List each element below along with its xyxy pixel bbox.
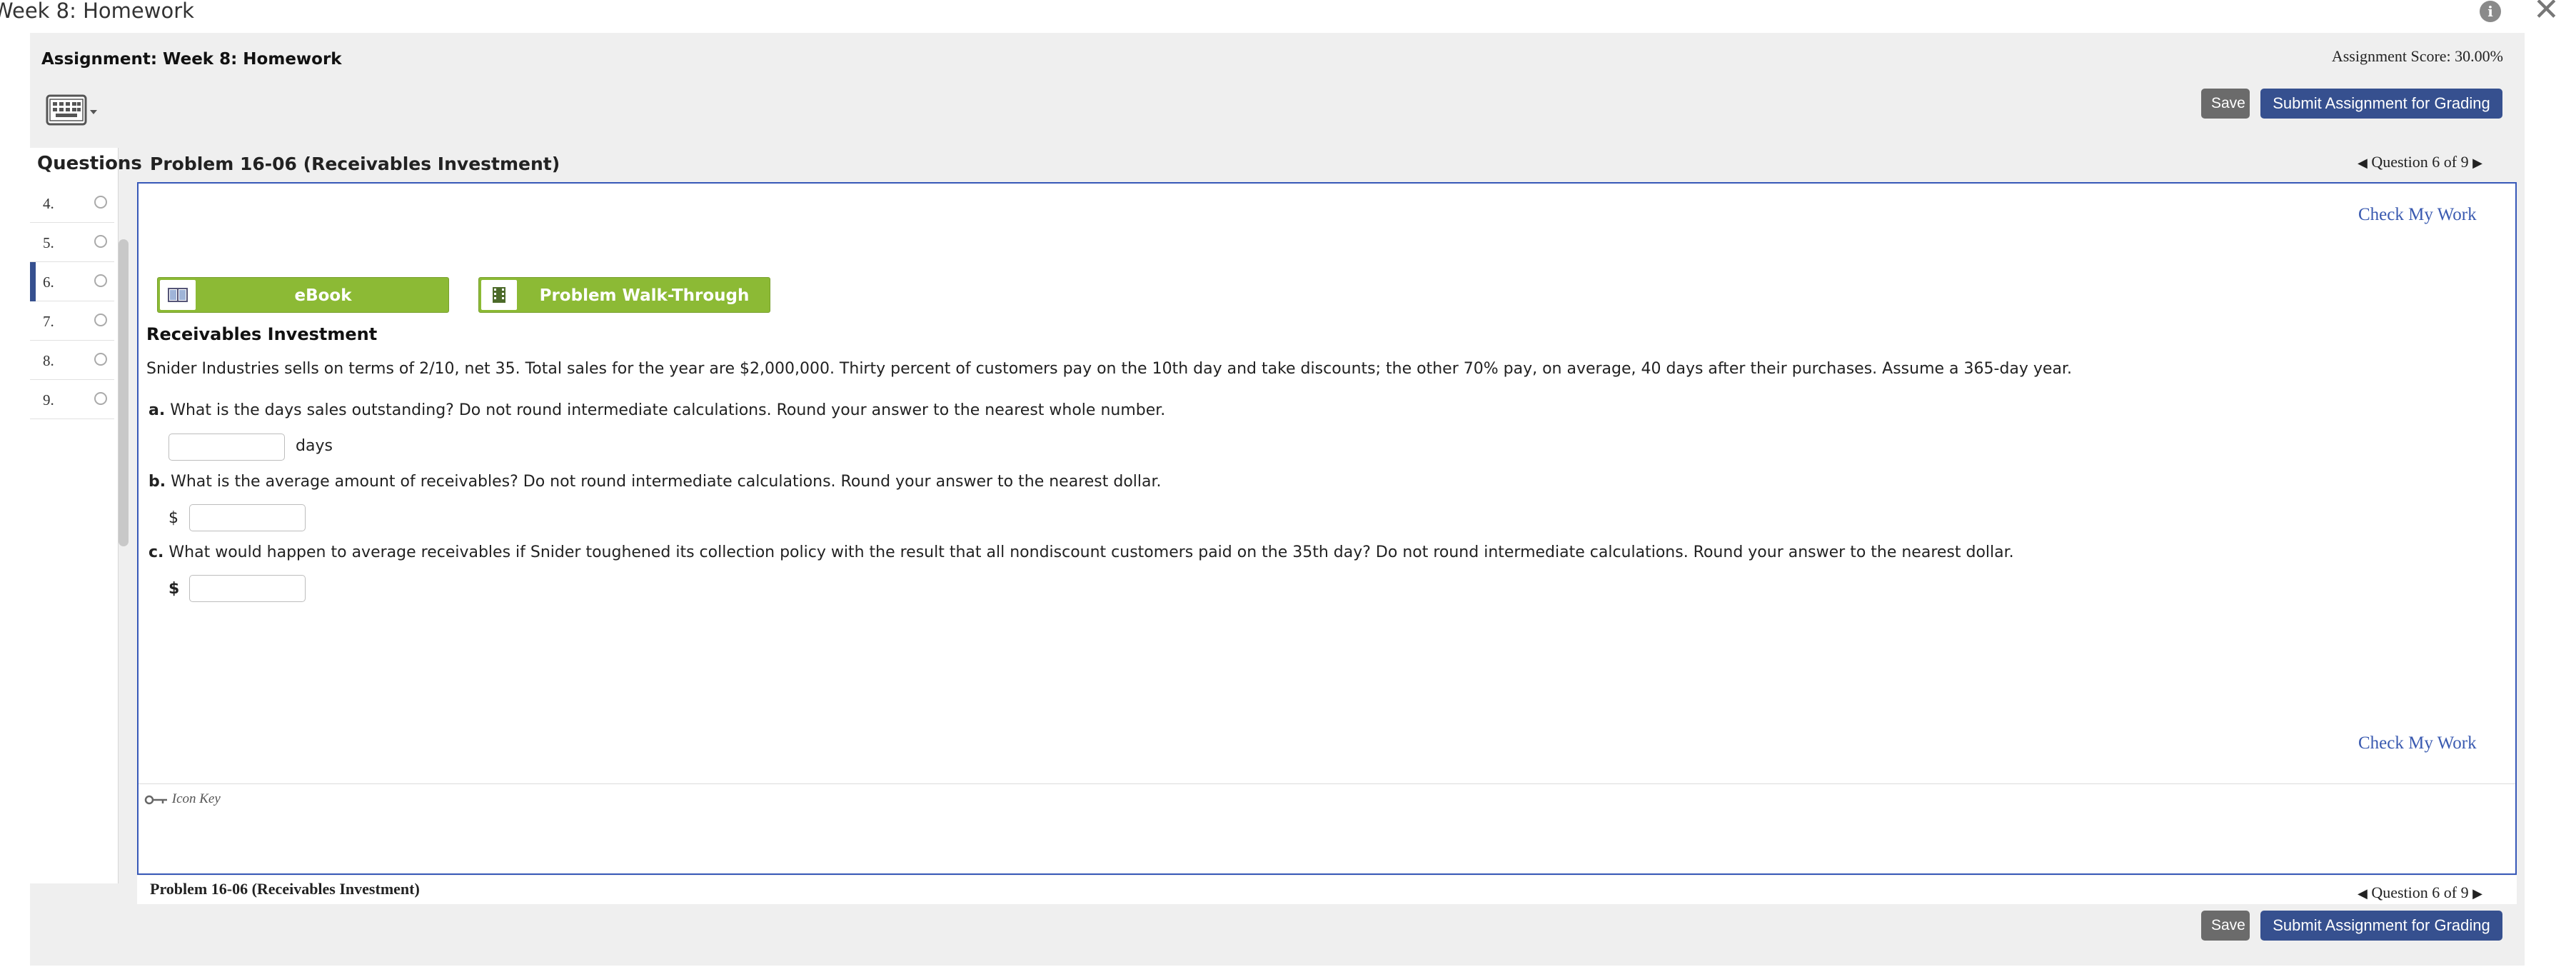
save-button[interactable]: Save xyxy=(2201,89,2250,119)
dollar-sign: $ xyxy=(168,509,178,527)
window-title: Week 8: Homework xyxy=(0,0,194,23)
question-item-5[interactable]: 5. xyxy=(30,223,114,262)
icon-key-label: Icon Key xyxy=(171,791,221,806)
part-text: What would happen to average receivables… xyxy=(168,543,2014,561)
icon-key-link[interactable]: Icon Key xyxy=(144,791,221,807)
part-letter: b. xyxy=(149,473,166,491)
question-item-4[interactable]: 4. xyxy=(30,184,114,223)
question-number: 9. xyxy=(43,391,54,409)
prev-question-icon[interactable]: ◀ xyxy=(2358,156,2368,170)
problem-walkthrough-button[interactable]: Problem Walk-Through xyxy=(478,277,770,313)
question-number: 7. xyxy=(43,313,54,330)
question-number: 4. xyxy=(43,195,54,212)
question-item-6[interactable]: 6. xyxy=(30,262,114,301)
problem-intro: Snider Industries sells on terms of 2/10… xyxy=(146,360,2072,378)
question-heading: Receivables Investment xyxy=(146,324,378,344)
footer-problem-title: Problem 16-06 (Receivables Investment) xyxy=(150,880,420,898)
submit-assignment-button[interactable]: Submit Assignment for Grading xyxy=(2260,89,2502,119)
footer-band xyxy=(137,876,2517,904)
ebook-button[interactable]: eBook xyxy=(157,277,449,313)
prev-question-icon[interactable]: ◀ xyxy=(2358,886,2368,901)
question-nav-bottom: ◀ Question 6 of 9 ▶ xyxy=(2358,883,2482,902)
status-circle-icon xyxy=(94,196,107,209)
part-c-question: c. What would happen to average receivab… xyxy=(149,543,2014,561)
question-nav-top: ◀ Question 6 of 9 ▶ xyxy=(2358,153,2482,171)
next-question-icon[interactable]: ▶ xyxy=(2472,886,2482,901)
status-circle-icon xyxy=(94,392,107,405)
content-divider xyxy=(139,783,2515,784)
question-position: Question 6 of 9 xyxy=(2371,153,2469,171)
part-text: What is the average amount of receivable… xyxy=(171,473,1162,491)
window-titlebar: Week 8: Homework i ✕ xyxy=(0,0,2576,29)
status-circle-icon xyxy=(94,353,107,366)
status-circle-icon xyxy=(94,235,107,248)
question-number: 5. xyxy=(43,234,54,251)
status-circle-icon xyxy=(94,314,107,326)
next-question-icon[interactable]: ▶ xyxy=(2472,156,2482,170)
question-position: Question 6 of 9 xyxy=(2371,883,2469,901)
question-item-9[interactable]: 9. xyxy=(30,380,114,419)
part-letter: c. xyxy=(149,543,164,561)
check-my-work-link[interactable]: Check My Work xyxy=(2358,205,2477,225)
answer-c-input[interactable] xyxy=(189,575,306,602)
assignment-score: Assignment Score: 30.00% xyxy=(2331,47,2503,65)
question-item-7[interactable]: 7. xyxy=(30,301,114,341)
unit-days: days xyxy=(296,437,333,455)
keyboard-icon[interactable] xyxy=(46,93,103,129)
dollar-sign: $ xyxy=(168,580,180,598)
walkthrough-label: Problem Walk-Through xyxy=(539,286,750,305)
assignment-title: Assignment: Week 8: Homework xyxy=(41,50,342,69)
problem-title: Problem 16-06 (Receivables Investment) xyxy=(150,154,560,174)
save-button-bottom[interactable]: Save xyxy=(2201,911,2250,941)
ebook-label: eBook xyxy=(294,286,352,305)
answer-b-input[interactable] xyxy=(189,504,306,531)
questions-heading: Questions xyxy=(37,153,142,174)
submit-assignment-button-bottom[interactable]: Submit Assignment for Grading xyxy=(2260,911,2502,941)
question-number: 6. xyxy=(43,274,54,291)
film-icon xyxy=(481,280,517,310)
part-b-question: b. What is the average amount of receiva… xyxy=(149,473,1162,491)
sidebar-scrollbar[interactable] xyxy=(119,239,129,546)
part-text: What is the days sales outstanding? Do n… xyxy=(170,401,1166,419)
status-circle-icon xyxy=(94,274,107,287)
question-item-8[interactable]: 8. xyxy=(30,341,114,380)
book-icon xyxy=(160,280,196,310)
info-icon[interactable]: i xyxy=(2480,1,2501,22)
part-a-question: a. What is the days sales outstanding? D… xyxy=(149,401,1165,419)
part-letter: a. xyxy=(149,401,166,419)
close-icon[interactable]: ✕ xyxy=(2533,0,2560,26)
check-my-work-link-bottom[interactable]: Check My Work xyxy=(2358,733,2477,753)
key-icon xyxy=(144,795,167,804)
question-number: 8. xyxy=(43,352,54,369)
answer-a-input[interactable] xyxy=(168,434,285,461)
